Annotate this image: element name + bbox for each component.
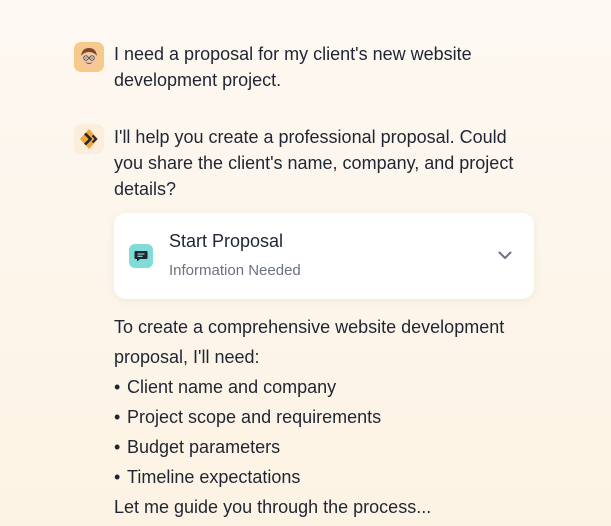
card-title: Start Proposal: [169, 231, 284, 251]
bullet: •: [114, 407, 121, 427]
list-item: • Project scope and requirements: [114, 402, 554, 432]
assistant-details: To create a comprehensive website develo…: [114, 312, 554, 522]
start-proposal-card[interactable]: Start Proposal Information Needed: [114, 213, 534, 299]
assistant-message-text: I'll help you create a professional prop…: [114, 127, 514, 199]
list-item-text: Client name and company: [127, 377, 337, 397]
list-item-text: Timeline expectations: [127, 467, 301, 487]
list-item: • Timeline expectations: [114, 462, 554, 492]
details-intro-line-2: proposal, I'll need:: [114, 347, 260, 367]
person-avatar-icon: [74, 42, 104, 72]
chevron-down-icon[interactable]: [496, 246, 514, 264]
user-message-text: I need a proposal for my client's new we…: [114, 44, 472, 90]
list-item-text: Budget parameters: [127, 437, 281, 457]
bullet: •: [114, 377, 121, 397]
bullet: •: [114, 437, 121, 457]
bullet: •: [114, 467, 121, 487]
card-subtitle: Information Needed: [169, 262, 301, 279]
assistant-message: I'll help you create a professional prop…: [74, 124, 534, 202]
chat-bubble-icon: [129, 244, 153, 268]
details-intro-line-1: To create a comprehensive website develo…: [114, 317, 505, 337]
list-item-text: Project scope and requirements: [127, 407, 382, 427]
list-item: • Budget parameters: [114, 432, 554, 462]
user-message: I need a proposal for my client's new we…: [74, 42, 534, 93]
details-closing: Let me guide you through the process...: [114, 497, 432, 517]
assistant-logo-icon: [74, 124, 104, 154]
list-item: • Client name and company: [114, 372, 554, 402]
